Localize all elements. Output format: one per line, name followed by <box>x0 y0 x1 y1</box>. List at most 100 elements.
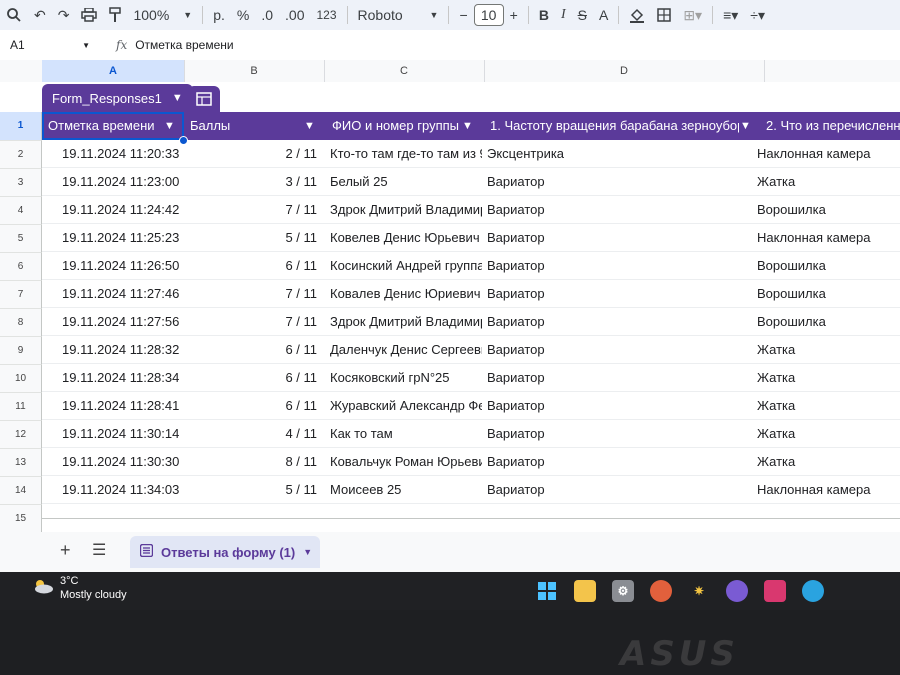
score-cell[interactable]: 6 / 11 <box>192 252 317 279</box>
name-cell[interactable]: Как то там <box>330 420 482 447</box>
table-row[interactable]: 19.11.2024 11:30:30 8 / 11 Ковальчук Ром… <box>42 448 900 476</box>
row-number[interactable]: 3 <box>0 169 42 197</box>
all-sheets-icon[interactable]: ☰ <box>92 540 106 560</box>
chevron-down-icon[interactable]: ▼ <box>304 112 315 140</box>
name-cell[interactable]: Кто-то там где-то там из 9! <box>330 140 482 167</box>
header-cell-q1[interactable]: 1. Частоту вращения барабана зерноуборс <box>484 112 739 140</box>
column-header-d[interactable]: D <box>484 60 765 82</box>
score-cell[interactable]: 4 / 11 <box>192 420 317 447</box>
font-select[interactable]: Roboto <box>352 2 424 28</box>
name-cell[interactable]: Белый 25 <box>330 168 482 195</box>
score-cell[interactable]: 7 / 11 <box>192 308 317 335</box>
row-number[interactable]: 14 <box>0 477 42 505</box>
timestamp-cell[interactable]: 19.11.2024 11:30:30 <box>62 448 187 475</box>
instagram-icon[interactable] <box>764 580 786 602</box>
row-number[interactable]: 12 <box>0 421 42 449</box>
row-number[interactable]: 4 <box>0 197 42 225</box>
table-row[interactable]: 19.11.2024 11:25:23 5 / 11 Ковелев Денис… <box>42 224 900 252</box>
percent-format-button[interactable]: % <box>231 2 255 28</box>
bold-button[interactable]: B <box>533 2 555 28</box>
row-number[interactable]: 7 <box>0 281 42 309</box>
row-number[interactable]: 15 <box>0 505 42 533</box>
formula-input[interactable]: Отметка времени <box>135 38 233 52</box>
answer-2-cell[interactable]: Жатка <box>757 336 900 363</box>
answer-1-cell[interactable]: Вариатор <box>487 308 717 335</box>
name-cell[interactable]: Здрок Дмитрий Владимир <box>330 196 482 223</box>
table-row[interactable]: 19.11.2024 11:34:03 5 / 11 Моисеев 25 Ва… <box>42 476 900 504</box>
score-cell[interactable]: 6 / 11 <box>192 364 317 391</box>
answer-2-cell[interactable]: Ворошилка <box>757 308 900 335</box>
windows-start-icon[interactable] <box>536 580 558 602</box>
merge-cells-icon[interactable]: ⊞▾ <box>677 2 708 28</box>
score-cell[interactable]: 7 / 11 <box>192 196 317 223</box>
answer-1-cell[interactable]: Вариатор <box>487 252 717 279</box>
row-number[interactable]: 9 <box>0 337 42 365</box>
score-cell[interactable]: 6 / 11 <box>192 392 317 419</box>
answer-1-cell[interactable]: Вариатор <box>487 364 717 391</box>
timestamp-cell[interactable]: 19.11.2024 11:30:14 <box>62 420 187 447</box>
decrease-decimal-button[interactable]: .0 <box>255 2 279 28</box>
row-number[interactable]: 6 <box>0 253 42 281</box>
answer-1-cell[interactable]: Вариатор <box>487 224 717 251</box>
corner-cell[interactable] <box>0 60 43 82</box>
name-cell[interactable]: Ковалев Денис Юриевич 2 <box>330 280 482 307</box>
undo-icon[interactable]: ↶ <box>28 2 52 28</box>
answer-1-cell[interactable]: Вариатор <box>487 420 717 447</box>
timestamp-cell[interactable]: 19.11.2024 11:34:03 <box>62 476 187 503</box>
column-header-c[interactable]: C <box>324 60 485 82</box>
table-row[interactable]: 19.11.2024 11:30:14 4 / 11 Как то там Ва… <box>42 420 900 448</box>
print-icon[interactable] <box>75 2 103 28</box>
answer-2-cell[interactable]: Жатка <box>757 448 900 475</box>
column-header-a[interactable]: A <box>42 60 185 82</box>
table-row[interactable]: 19.11.2024 11:27:56 7 / 11 Здрок Дмитрий… <box>42 308 900 336</box>
search-icon[interactable] <box>0 2 28 28</box>
settings-icon[interactable]: ⚙ <box>612 580 634 602</box>
answer-2-cell[interactable]: Наклонная камера <box>757 140 900 167</box>
table-row[interactable]: 19.11.2024 11:26:50 6 / 11 Косинский Анд… <box>42 252 900 280</box>
telegram-icon[interactable] <box>802 580 824 602</box>
strikethrough-button[interactable]: S <box>572 2 593 28</box>
score-cell[interactable]: 8 / 11 <box>192 448 317 475</box>
table-row[interactable]: 19.11.2024 11:28:32 6 / 11 Даленчук Дени… <box>42 336 900 364</box>
answer-1-cell[interactable]: Вариатор <box>487 336 717 363</box>
answer-1-cell[interactable]: Вариатор <box>487 196 717 223</box>
zoom-select[interactable]: 100% ▼ <box>127 2 198 28</box>
header-cell-q2[interactable]: 2. Что из перечисленно <box>760 112 900 140</box>
timestamp-cell[interactable]: 19.11.2024 11:26:50 <box>62 252 187 279</box>
row-number[interactable]: 5 <box>0 225 42 253</box>
table-row[interactable]: 19.11.2024 11:20:33 2 / 11 Кто-то там гд… <box>42 140 900 168</box>
table-row[interactable]: 19.11.2024 11:27:46 7 / 11 Ковалев Денис… <box>42 280 900 308</box>
answer-2-cell[interactable]: Жатка <box>757 168 900 195</box>
answer-1-cell[interactable]: Вариатор <box>487 392 717 419</box>
row-number[interactable]: 8 <box>0 309 42 337</box>
name-cell[interactable]: Ковелев Денис Юрьевич г <box>330 224 482 251</box>
timestamp-cell[interactable]: 19.11.2024 11:27:46 <box>62 280 187 307</box>
align-icon[interactable]: ≡▾ <box>717 2 744 28</box>
font-size-decrease-button[interactable]: − <box>453 2 473 28</box>
timestamp-cell[interactable]: 19.11.2024 11:24:42 <box>62 196 187 223</box>
answer-2-cell[interactable]: Наклонная камера <box>757 476 900 503</box>
text-color-button[interactable]: A <box>593 2 614 28</box>
answer-2-cell[interactable]: Ворошилка <box>757 252 900 279</box>
borders-icon[interactable] <box>651 2 677 28</box>
table-row[interactable]: 19.11.2024 11:24:42 7 / 11 Здрок Дмитрий… <box>42 196 900 224</box>
paint-format-icon[interactable] <box>103 2 127 28</box>
weather-widget[interactable]: 3°C Mostly cloudy <box>32 574 127 602</box>
row-number[interactable]: 2 <box>0 141 42 169</box>
row-number[interactable]: 10 <box>0 365 42 393</box>
row-number[interactable]: 1 <box>0 112 42 141</box>
answer-2-cell[interactable]: Жатка <box>757 420 900 447</box>
name-cell[interactable]: Косинский Андрей группа <box>330 252 482 279</box>
fill-color-icon[interactable] <box>623 2 651 28</box>
answer-1-cell[interactable]: Эксцентрика <box>487 140 717 167</box>
name-box[interactable]: A1 ▼ <box>0 38 90 52</box>
chevron-down-icon[interactable]: ▼ <box>462 112 473 140</box>
score-cell[interactable]: 6 / 11 <box>192 336 317 363</box>
chevron-down-icon[interactable]: ▼ <box>740 112 751 140</box>
header-cell-name[interactable]: ФИО и номер группы <box>326 112 461 140</box>
timestamp-cell[interactable]: 19.11.2024 11:28:34 <box>62 364 187 391</box>
viber-icon[interactable] <box>726 580 748 602</box>
table-row[interactable]: 19.11.2024 11:28:34 6 / 11 Косяковский г… <box>42 364 900 392</box>
name-cell[interactable]: Даленчук Денис Сергееви <box>330 336 482 363</box>
sheet-tab[interactable]: Ответы на форму (1) ▼ <box>130 536 320 568</box>
